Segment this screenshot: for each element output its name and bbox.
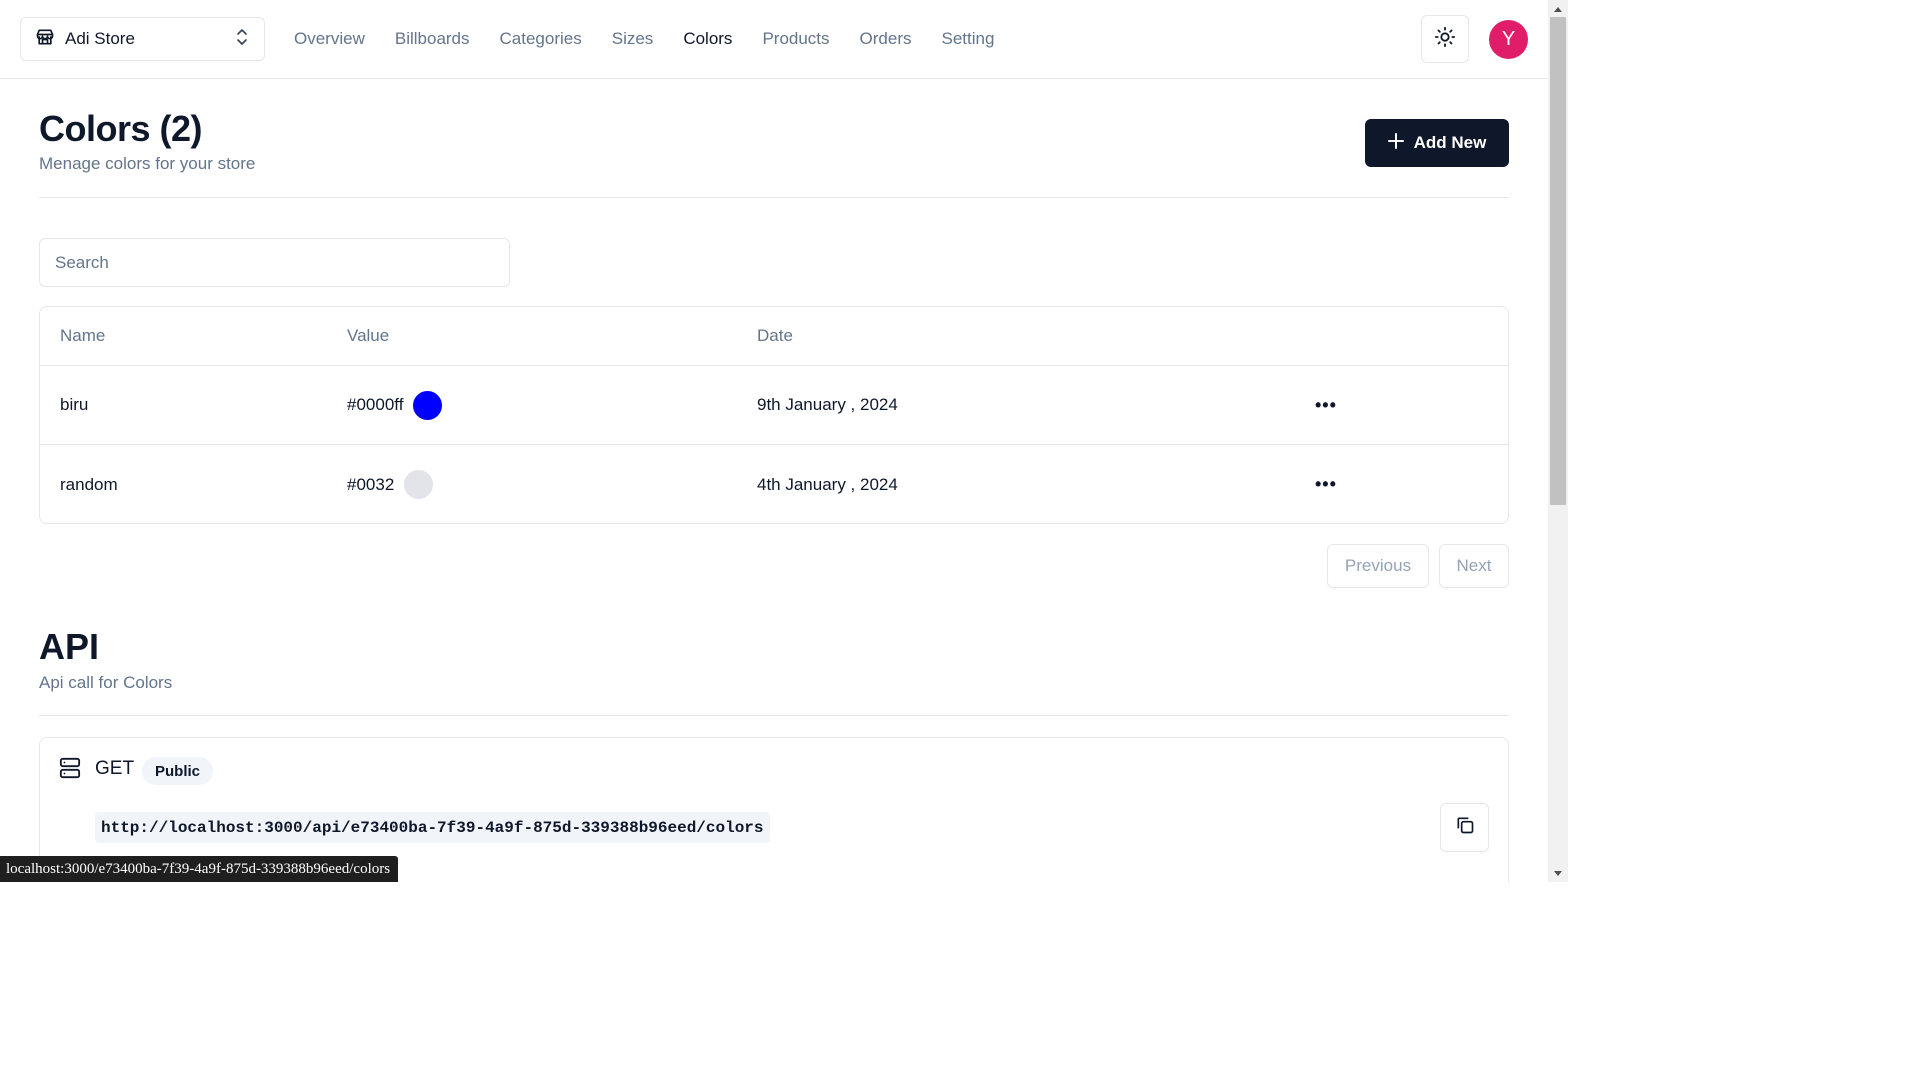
nav-billboards[interactable]: Billboards: [395, 29, 470, 49]
row-value: #0000ff: [347, 395, 404, 414]
nav-setting[interactable]: Setting: [942, 29, 995, 49]
row-actions-button[interactable]: •••: [1315, 366, 1337, 444]
column-header-date: Date: [757, 326, 793, 345]
scrollbar-thumb[interactable]: [1550, 17, 1566, 505]
server-icon: [59, 757, 81, 784]
row-date: 9th January , 2024: [757, 395, 898, 414]
viewport: Adi Store Overview Billboards Categories…: [0, 0, 1548, 882]
page-subtitle: Menage colors for your store: [39, 154, 256, 173]
sun-icon: [1434, 26, 1456, 53]
divider: [39, 197, 1509, 198]
vertical-scrollbar[interactable]: [1548, 0, 1568, 882]
row-name: random: [60, 474, 118, 494]
row-value-cell: #0000ff: [347, 366, 443, 444]
nav-colors[interactable]: Colors: [683, 29, 732, 49]
theme-toggle-button[interactable]: [1421, 15, 1469, 63]
nav-overview[interactable]: Overview: [294, 29, 365, 49]
nav-orders[interactable]: Orders: [860, 29, 912, 49]
search-input[interactable]: [39, 238, 510, 287]
scroll-up-arrow-icon[interactable]: [1548, 0, 1568, 17]
nav-categories[interactable]: Categories: [500, 29, 582, 49]
color-swatch: [413, 390, 443, 420]
row-value: #0032: [347, 474, 395, 494]
row-date: 4th January , 2024: [757, 474, 898, 494]
next-page-button[interactable]: Next: [1439, 544, 1509, 588]
copy-url-button[interactable]: [1440, 803, 1489, 852]
api-url: http://localhost:3000/api/e73400ba-7f39-…: [95, 812, 770, 843]
page: Adi Store Overview Billboards Categories…: [0, 0, 1568, 882]
chevrons-up-down-icon: [234, 28, 250, 51]
plus-icon: [1387, 132, 1404, 154]
page-title: Colors (2): [39, 108, 203, 149]
table-header-row: Name Value Date: [40, 307, 1508, 366]
table-row: random #0032 4th January , 2024 •••: [40, 445, 1508, 523]
access-badge: Public: [142, 757, 214, 785]
colors-table: Name Value Date biru #0000ff 9th January…: [39, 306, 1509, 524]
store-switcher[interactable]: Adi Store: [20, 17, 265, 61]
nav-products[interactable]: Products: [762, 29, 829, 49]
store-icon: [35, 27, 55, 52]
api-section-title: API: [39, 626, 100, 667]
column-header-value: Value: [347, 326, 390, 345]
copy-icon: [1455, 815, 1475, 840]
add-new-button[interactable]: Add New: [1365, 119, 1509, 167]
row-value-cell: #0032: [347, 445, 434, 523]
user-avatar[interactable]: Y: [1489, 20, 1528, 59]
store-name: Adi Store: [65, 29, 135, 48]
scroll-down-arrow-icon[interactable]: [1548, 865, 1568, 882]
main-nav: Overview Billboards Categories Sizes Col…: [294, 0, 994, 78]
previous-page-button[interactable]: Previous: [1327, 544, 1429, 588]
color-swatch: [404, 470, 434, 499]
row-name: biru: [60, 395, 89, 414]
api-section-subtitle: Api call for Colors: [39, 673, 173, 692]
table-row: biru #0000ff 9th January , 2024 •••: [40, 366, 1508, 445]
top-navbar: Adi Store Overview Billboards Categories…: [0, 0, 1548, 79]
api-method: GET: [95, 758, 135, 779]
nav-sizes[interactable]: Sizes: [612, 29, 654, 49]
browser-status-url: localhost:3000/e73400ba-7f39-4a9f-875d-3…: [0, 856, 399, 882]
row-actions-button[interactable]: •••: [1315, 445, 1337, 523]
add-new-label: Add New: [1413, 133, 1487, 152]
column-header-name: Name: [60, 326, 106, 345]
divider: [39, 715, 1509, 716]
